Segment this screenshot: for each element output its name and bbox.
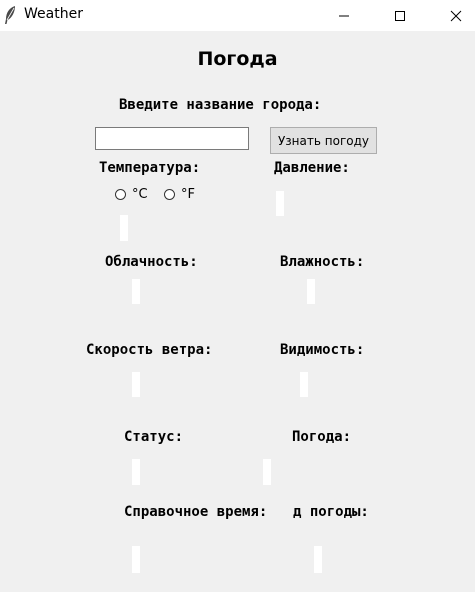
status-value [132,459,140,485]
cloudiness-label: Облачность: [105,254,198,270]
get-weather-button[interactable]: Узнать погоду [270,127,377,154]
maximize-icon [394,10,406,22]
temperature-label: Температура: [99,160,201,176]
feather-icon [3,5,17,25]
title-bar[interactable]: Weather [0,0,475,31]
minimize-icon [338,10,350,22]
humidity-value [307,279,315,304]
pressure-label: Давление: [274,160,350,176]
weather-value [263,459,271,485]
radio-circle-icon [164,188,175,200]
weather-code-value [314,546,322,573]
page-title: Погода [197,48,278,70]
city-prompt-label: Введите название города: [119,97,322,113]
fahrenheit-radio[interactable]: °F [164,186,195,202]
cloudiness-value [132,279,140,304]
close-icon [450,10,462,22]
reference-time-value [132,546,140,573]
radio-circle-icon [115,188,126,200]
minimize-button[interactable] [321,0,367,31]
maximize-button[interactable] [377,0,423,31]
visibility-value [300,372,308,397]
temperature-value [120,215,128,241]
wind-speed-value [132,372,140,397]
visibility-label: Видимость: [280,342,365,358]
pressure-value [276,191,284,216]
reference-time-label: Справочное время: [124,504,268,520]
city-input[interactable] [95,127,249,150]
close-button[interactable] [433,0,475,31]
wind-speed-label: Скорость ветра: [86,342,213,358]
status-label: Статус: [124,429,184,445]
fahrenheit-radio-label: °F [181,186,195,202]
weather-label: Погода: [292,429,352,445]
window-title: Weather [24,6,83,22]
celsius-radio[interactable]: °C [115,186,148,202]
humidity-label: Влажность: [280,254,365,270]
celsius-radio-label: °C [132,186,148,202]
weather-code-label: д погоды: [292,504,369,520]
